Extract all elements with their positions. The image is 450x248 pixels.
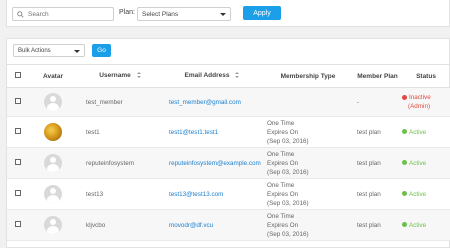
search-input[interactable] [28, 9, 112, 20]
active-status-dot [402, 129, 407, 135]
username-cell: test_member [78, 87, 162, 117]
status-text: Active [409, 190, 427, 198]
member-plan-cell: test plan [354, 116, 401, 148]
email-link[interactable]: test_member@gmail.com [169, 99, 241, 106]
select-all-header [7, 64, 28, 88]
active-status-dot [402, 191, 407, 197]
status-cell: Inactive (Admin) [401, 87, 450, 117]
membership-type-cell [262, 87, 354, 117]
chevron-down-icon [220, 13, 226, 16]
members-list-panel: Bulk Actions Go Avatar Username Email Ad… [6, 38, 450, 248]
row-checkbox[interactable] [14, 189, 21, 196]
table-row: test13 test13@test13.com One Time Expires… [7, 178, 450, 210]
select-all-checkbox[interactable] [14, 72, 21, 78]
column-header-avatar: Avatar [28, 64, 78, 88]
username-cell: test1 [78, 116, 162, 148]
avatar [44, 216, 62, 234]
username-cell: reputeinfosystem [78, 147, 162, 179]
column-header-membership-type: Membership Type [262, 64, 354, 88]
apply-button[interactable]: Apply [243, 6, 281, 20]
column-header-username[interactable]: Username [78, 64, 162, 88]
avatar [44, 185, 62, 203]
column-header-member-plan: Member Plan [354, 64, 401, 88]
status-cell: Active [401, 116, 450, 148]
status-text: Active [409, 159, 427, 167]
table-header-row: Avatar Username Email Address Membership… [7, 64, 450, 88]
table-row: reputeinfosystem reputeinfosystem@exampl… [7, 147, 450, 179]
active-status-dot [402, 160, 407, 166]
member-plan-cell: - [354, 87, 401, 117]
email-link[interactable]: movodr@df.vcu [169, 222, 213, 229]
table-row: kljvcbo movodr@df.vcu One Time Expires On… [7, 209, 450, 241]
bulk-actions-select[interactable]: Bulk Actions [13, 44, 85, 57]
status-text: Inactive [409, 94, 431, 101]
status-text: Active [409, 128, 427, 136]
row-checkbox[interactable] [14, 220, 21, 227]
column-header-status: Status [401, 64, 450, 88]
username-cell: kljvcbo [78, 209, 162, 241]
column-header-email[interactable]: Email Address [162, 64, 262, 88]
email-link[interactable]: test1@test1.test1 [169, 129, 218, 136]
members-table: Avatar Username Email Address Membership… [7, 64, 450, 241]
sort-icon[interactable] [235, 72, 240, 79]
status-cell: Active [401, 209, 450, 241]
row-checkbox[interactable] [14, 97, 21, 104]
sort-icon[interactable] [136, 72, 141, 79]
status-cell: Active [401, 178, 450, 210]
inactive-status-dot [402, 94, 407, 100]
membership-type-cell: One Time Expires On (Sep 03, 2016) [262, 116, 354, 148]
status-cell: Active [401, 147, 450, 179]
email-link[interactable]: reputeinfosystem@example.com [169, 160, 261, 167]
status-text: Active [409, 221, 427, 229]
email-link[interactable]: test13@test13.com [169, 191, 223, 198]
member-plan-cell: test plan [354, 209, 401, 241]
member-plan-cell: test plan [354, 147, 401, 179]
membership-type-cell: One Time Expires On (Sep 03, 2016) [262, 209, 354, 241]
table-row: test1 test1@test1.test1 One Time Expires … [7, 116, 450, 148]
bulk-actions-value: Bulk Actions [18, 48, 51, 54]
avatar [44, 154, 62, 172]
status-note: (Admin) [408, 103, 431, 110]
active-status-dot [402, 222, 407, 228]
table-row: test_member test_member@gmail.com - Inac… [7, 87, 450, 117]
member-plan-cell: test plan [354, 178, 401, 210]
avatar [44, 123, 62, 141]
search-box[interactable] [12, 7, 114, 21]
membership-type-cell: One Time Expires On (Sep 03, 2016) [262, 147, 354, 179]
avatar [44, 93, 62, 111]
go-button[interactable]: Go [92, 44, 111, 57]
membership-type-cell: One Time Expires On (Sep 03, 2016) [262, 178, 354, 210]
chevron-down-icon [74, 50, 80, 53]
plan-select[interactable]: Select Plans [137, 7, 231, 21]
row-checkbox[interactable] [14, 127, 21, 134]
filter-panel: Plan: Select Plans Apply [6, 0, 450, 27]
search-icon [17, 11, 24, 18]
username-cell: test13 [78, 178, 162, 210]
plan-label: Plan: [119, 9, 135, 16]
row-checkbox[interactable] [14, 158, 21, 165]
plan-select-value: Select Plans [142, 11, 179, 18]
